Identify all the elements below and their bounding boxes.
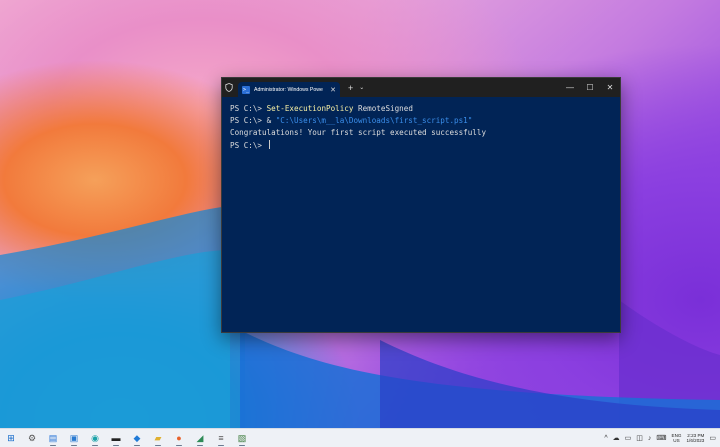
app-icon-3[interactable]: ▧ <box>233 429 251 447</box>
terminal-icon[interactable]: ▬ <box>107 429 125 447</box>
argument-text: RemoteSigned <box>353 104 413 113</box>
tab-dropdown-icon[interactable]: ⌄ <box>359 84 364 91</box>
console-line: Congratulations! Your first script execu… <box>230 127 612 139</box>
close-tab-icon[interactable]: ✕ <box>330 86 336 94</box>
console-output[interactable]: PS C:\> Set-ExecutionPolicy RemoteSigned… <box>222 97 620 158</box>
app-icon-1[interactable]: ◢ <box>191 429 209 447</box>
powershell-icon: >_ <box>242 85 250 94</box>
console-line: PS C:\> Set-ExecutionPolicy RemoteSigned <box>230 103 612 115</box>
start-icon[interactable]: ⊞ <box>2 429 20 447</box>
new-tab-button[interactable]: + <box>348 83 353 93</box>
tab-powershell[interactable]: >_ Administrator: Windows Powe ✕ <box>238 82 340 97</box>
network-icon[interactable]: ◫ <box>636 434 643 442</box>
shield-icon <box>222 78 236 97</box>
command-text: Set-ExecutionPolicy <box>266 104 354 113</box>
output-text: Congratulations! Your first script execu… <box>230 128 487 138</box>
chevron-up-icon[interactable]: ^ <box>604 435 607 442</box>
vscode-icon[interactable]: ◆ <box>128 429 146 447</box>
taskbar-apps: ⊞ ⚙ ▤ ▣ ◉ ▬ ◆ ▰ ● ◢ ≡ ▧ <box>0 429 251 447</box>
prompt: PS C:\> & <box>230 116 276 126</box>
file-explorer-icon[interactable]: ▤ <box>44 429 62 447</box>
region-code: US <box>673 438 680 443</box>
notification-icon[interactable]: ▭ <box>709 434 716 442</box>
title-bar[interactable]: >_ Administrator: Windows Powe ✕ + ⌄ — ☐… <box>222 78 620 97</box>
system-tray: ^ ☁ ▭ ◫ ♪ ⌨ ENG US 2:23 PM 1/6/2023 ▭ <box>604 433 720 444</box>
powershell-window[interactable]: >_ Administrator: Windows Powe ✕ + ⌄ — ☐… <box>221 77 621 333</box>
volume-icon[interactable]: ♪ <box>648 435 652 442</box>
app-icon-2[interactable]: ≡ <box>212 429 230 447</box>
edge-icon[interactable]: ◉ <box>86 429 104 447</box>
clock-date: 1/6/2023 <box>686 438 705 443</box>
onedrive-icon[interactable]: ☁ <box>613 434 620 442</box>
prompt: PS C:\> <box>230 104 267 113</box>
maximize-button[interactable]: ☐ <box>580 83 600 92</box>
settings-icon[interactable]: ⚙ <box>23 429 41 447</box>
keyboard-icon[interactable]: ⌨ <box>656 434 666 442</box>
minimize-button[interactable]: — <box>560 83 580 92</box>
battery-icon[interactable]: ▭ <box>625 434 632 442</box>
store-icon[interactable]: ▣ <box>65 429 83 447</box>
close-button[interactable]: ✕ <box>600 83 620 92</box>
console-line: PS C:\> & "C:\Users\m__la\Downloads\firs… <box>230 115 612 127</box>
clock[interactable]: 2:23 PM 1/6/2023 <box>686 433 704 444</box>
taskbar: ⊞ ⚙ ▤ ▣ ◉ ▬ ◆ ▰ ● ◢ ≡ ▧ ^ ☁ ▭ ◫ ♪ ⌨ ENG US 2:23 PM … <box>0 428 720 447</box>
text-cursor <box>268 139 270 149</box>
firefox-icon[interactable]: ● <box>170 429 188 447</box>
prompt: PS C:\> <box>230 140 267 150</box>
folder-icon[interactable]: ▰ <box>149 429 167 447</box>
console-line: PS C:\> <box>230 139 612 152</box>
language-indicator[interactable]: ENG US <box>672 433 682 444</box>
script-path: "C:\Users\m__la\Downloads\first_script.p… <box>275 116 473 126</box>
tab-label: Administrator: Windows Powe <box>254 86 323 93</box>
